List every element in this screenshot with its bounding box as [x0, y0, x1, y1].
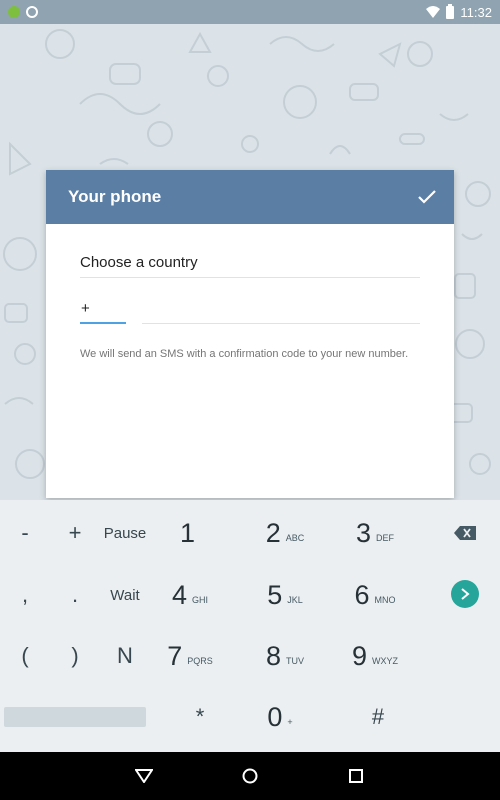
key-4-digit: 4	[171, 579, 187, 610]
key-6[interactable]: 6 MNO	[340, 570, 410, 620]
key-0-digit: 0	[267, 701, 283, 732]
key-star[interactable]: *	[180, 697, 220, 737]
battery-icon	[446, 3, 455, 19]
key-0-letters: +	[287, 717, 293, 727]
key-1-digit: 1	[179, 517, 196, 548]
recents-square-icon	[349, 769, 363, 783]
key-minus[interactable]: -	[5, 513, 45, 553]
key-7-digit: 7	[167, 640, 183, 671]
key-7[interactable]: 7 PQRS	[155, 631, 225, 681]
key-3[interactable]: 3 DEF	[340, 508, 410, 558]
key-9-digit: 9	[351, 640, 368, 671]
key-8[interactable]: 8 TUV	[250, 631, 320, 681]
back-button[interactable]	[132, 764, 156, 788]
status-bar: 11:32	[0, 0, 500, 24]
key-7-letters: PQRS	[187, 656, 213, 666]
key-pause[interactable]: Pause	[90, 513, 160, 553]
dialog-title: Your phone	[68, 187, 162, 206]
backspace-icon	[454, 526, 476, 540]
key-6-digit: 6	[354, 579, 370, 610]
navigation-bar	[0, 752, 500, 800]
back-triangle-icon	[135, 769, 153, 783]
key-8-digit: 8	[265, 640, 282, 671]
next-button-circle	[451, 580, 479, 608]
key-9[interactable]: 9 WXYZ	[340, 631, 410, 681]
next-key[interactable]	[451, 580, 479, 608]
key-2[interactable]: 2 ABC	[250, 508, 320, 558]
key-period[interactable]: .	[55, 575, 95, 615]
key-3-digit: 3	[355, 517, 372, 548]
key-hash[interactable]: #	[358, 697, 398, 737]
key-0[interactable]: 0 +	[245, 692, 315, 742]
sms-info-text: We will send an SMS with a confirmation …	[80, 348, 409, 360]
home-button[interactable]	[238, 764, 262, 788]
key-n[interactable]: N	[105, 636, 145, 676]
notification-app-icon	[8, 6, 20, 18]
wifi-icon	[426, 6, 441, 18]
notification-smiley-icon	[26, 6, 38, 18]
spacebar-key[interactable]	[4, 707, 146, 727]
key-2-letters: ABC	[285, 533, 305, 543]
key-1[interactable]: 1	[155, 508, 225, 558]
key-plus[interactable]: +	[55, 513, 95, 553]
phone-number-input[interactable]	[142, 300, 420, 324]
country-code-input[interactable]: +	[80, 300, 126, 324]
check-icon[interactable]	[416, 186, 438, 208]
key-9-letters: WXYZ	[372, 656, 399, 666]
status-time: 11:32	[460, 4, 492, 20]
key-open-paren[interactable]: (	[5, 636, 45, 676]
key-8-letters: TUV	[286, 656, 305, 666]
dialog-header: Your phone	[46, 170, 454, 224]
key-5-digit: 5	[267, 579, 283, 610]
key-5-letters: JKL	[287, 595, 303, 605]
key-close-paren[interactable]: )	[55, 636, 95, 676]
key-6-letters: MNO	[374, 595, 396, 605]
backspace-key[interactable]	[445, 513, 485, 553]
phone-dialog: Your phone Choose a country + We will se…	[46, 170, 454, 498]
chevron-right-icon	[461, 588, 470, 600]
dial-keyboard: - + Pause 1 2 ABC 3 DEF , . Wait 4 GHI 5…	[0, 500, 500, 752]
key-3-letters: DEF	[376, 533, 395, 543]
home-circle-icon	[242, 768, 258, 784]
recents-button[interactable]	[344, 764, 368, 788]
country-select[interactable]: Choose a country	[80, 254, 420, 278]
key-comma[interactable]: ,	[5, 575, 45, 615]
key-5[interactable]: 5 JKL	[250, 570, 320, 620]
key-wait[interactable]: Wait	[90, 575, 160, 615]
key-2-digit: 2	[265, 517, 281, 548]
key-4[interactable]: 4 GHI	[155, 570, 225, 620]
key-4-letters: GHI	[192, 595, 209, 605]
